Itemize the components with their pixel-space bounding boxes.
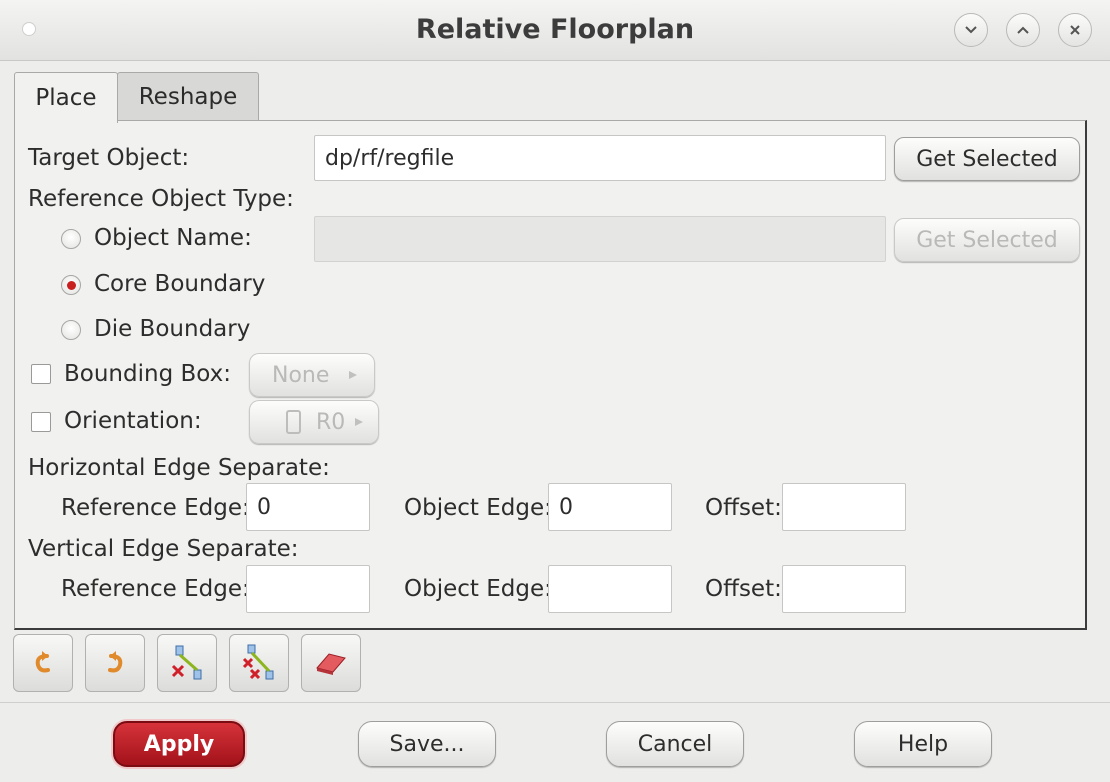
cancel-button[interactable]: Cancel [606,721,744,767]
radio-object-name[interactable] [61,229,81,249]
radio-die-boundary-label: Die Boundary [94,316,251,342]
window-title: Relative Floorplan [415,14,695,45]
vertical-edge-separate-label: Vertical Edge Separate: [28,536,299,562]
eraser-button[interactable] [301,634,361,692]
minimize-button[interactable] [954,13,988,47]
radio-core-boundary-label: Core Boundary [94,271,266,297]
separator [0,702,1110,703]
menu-arrow-icon [349,371,357,379]
cancel-button-label: Cancel [637,731,713,757]
bounding-box-checkbox[interactable] [31,364,51,384]
close-button[interactable] [1058,13,1092,47]
tab-reshape-label: Reshape [138,84,238,110]
h-reference-edge-input[interactable] [246,483,370,531]
horizontal-edge-separate-label: Horizontal Edge Separate: [28,455,330,481]
chevron-down-icon [965,26,977,34]
apply-button[interactable]: Apply [113,721,245,767]
v-object-edge-input[interactable] [548,565,672,613]
v-reference-edge-input[interactable] [246,565,370,613]
delete-constraint-icon [171,645,202,680]
chevron-up-icon [1017,26,1029,34]
maximize-button[interactable] [1006,13,1040,47]
apply-button-label: Apply [143,731,215,757]
target-get-selected-button[interactable]: Get Selected [894,137,1080,181]
redo-icon [108,651,123,673]
target-object-input[interactable] [314,135,886,181]
orientation-dropdown[interactable]: R0 [249,400,379,444]
v-reference-edge-label: Reference Edge: [61,576,250,602]
h-object-edge-label: Object Edge: [404,495,552,521]
radio-core-boundary[interactable] [61,275,81,295]
redo-button[interactable] [85,634,145,692]
bounding-box-label: Bounding Box: [64,361,231,387]
radio-selected-dot [66,280,76,290]
save-button[interactable]: Save... [358,721,496,767]
reference-object-type-label: Reference Object Type: [28,186,294,212]
h-offset-input[interactable] [782,483,906,531]
orientation-checkbox[interactable] [31,412,51,432]
eraser-icon [316,653,346,675]
h-offset-label: Offset: [705,495,782,521]
v-offset-input[interactable] [782,565,906,613]
orientation-value: R0 [316,409,346,435]
undo-icon [35,651,50,673]
radio-die-boundary[interactable] [61,320,81,340]
v-offset-label: Offset: [705,576,782,602]
tab-place-label: Place [35,85,97,111]
save-button-label: Save... [389,731,465,757]
reference-get-selected-button[interactable]: Get Selected [894,218,1080,262]
close-icon [1070,25,1080,35]
orientation-label: Orientation: [64,408,202,434]
radio-object-name-label: Object Name: [94,225,252,251]
menu-arrow-icon [355,418,363,426]
v-object-edge-label: Object Edge: [404,576,552,602]
bounding-box-value: None [272,362,330,388]
delete-all-constraints-icon [242,644,274,680]
target-object-label: Target Object: [28,145,190,171]
help-button-label: Help [897,731,949,757]
h-object-edge-input[interactable] [548,483,672,531]
tab-place[interactable]: Place [14,72,118,123]
h-reference-edge-label: Reference Edge: [61,495,250,521]
orientation-r0-icon [286,410,301,434]
delete-all-constraints-button[interactable] [229,634,289,692]
reference-object-name-input[interactable] [314,216,886,262]
delete-constraint-button[interactable] [157,634,217,692]
tab-reshape[interactable]: Reshape [117,72,259,121]
bounding-box-dropdown[interactable]: None [249,353,375,397]
undo-button[interactable] [13,634,73,692]
help-button[interactable]: Help [854,721,992,767]
